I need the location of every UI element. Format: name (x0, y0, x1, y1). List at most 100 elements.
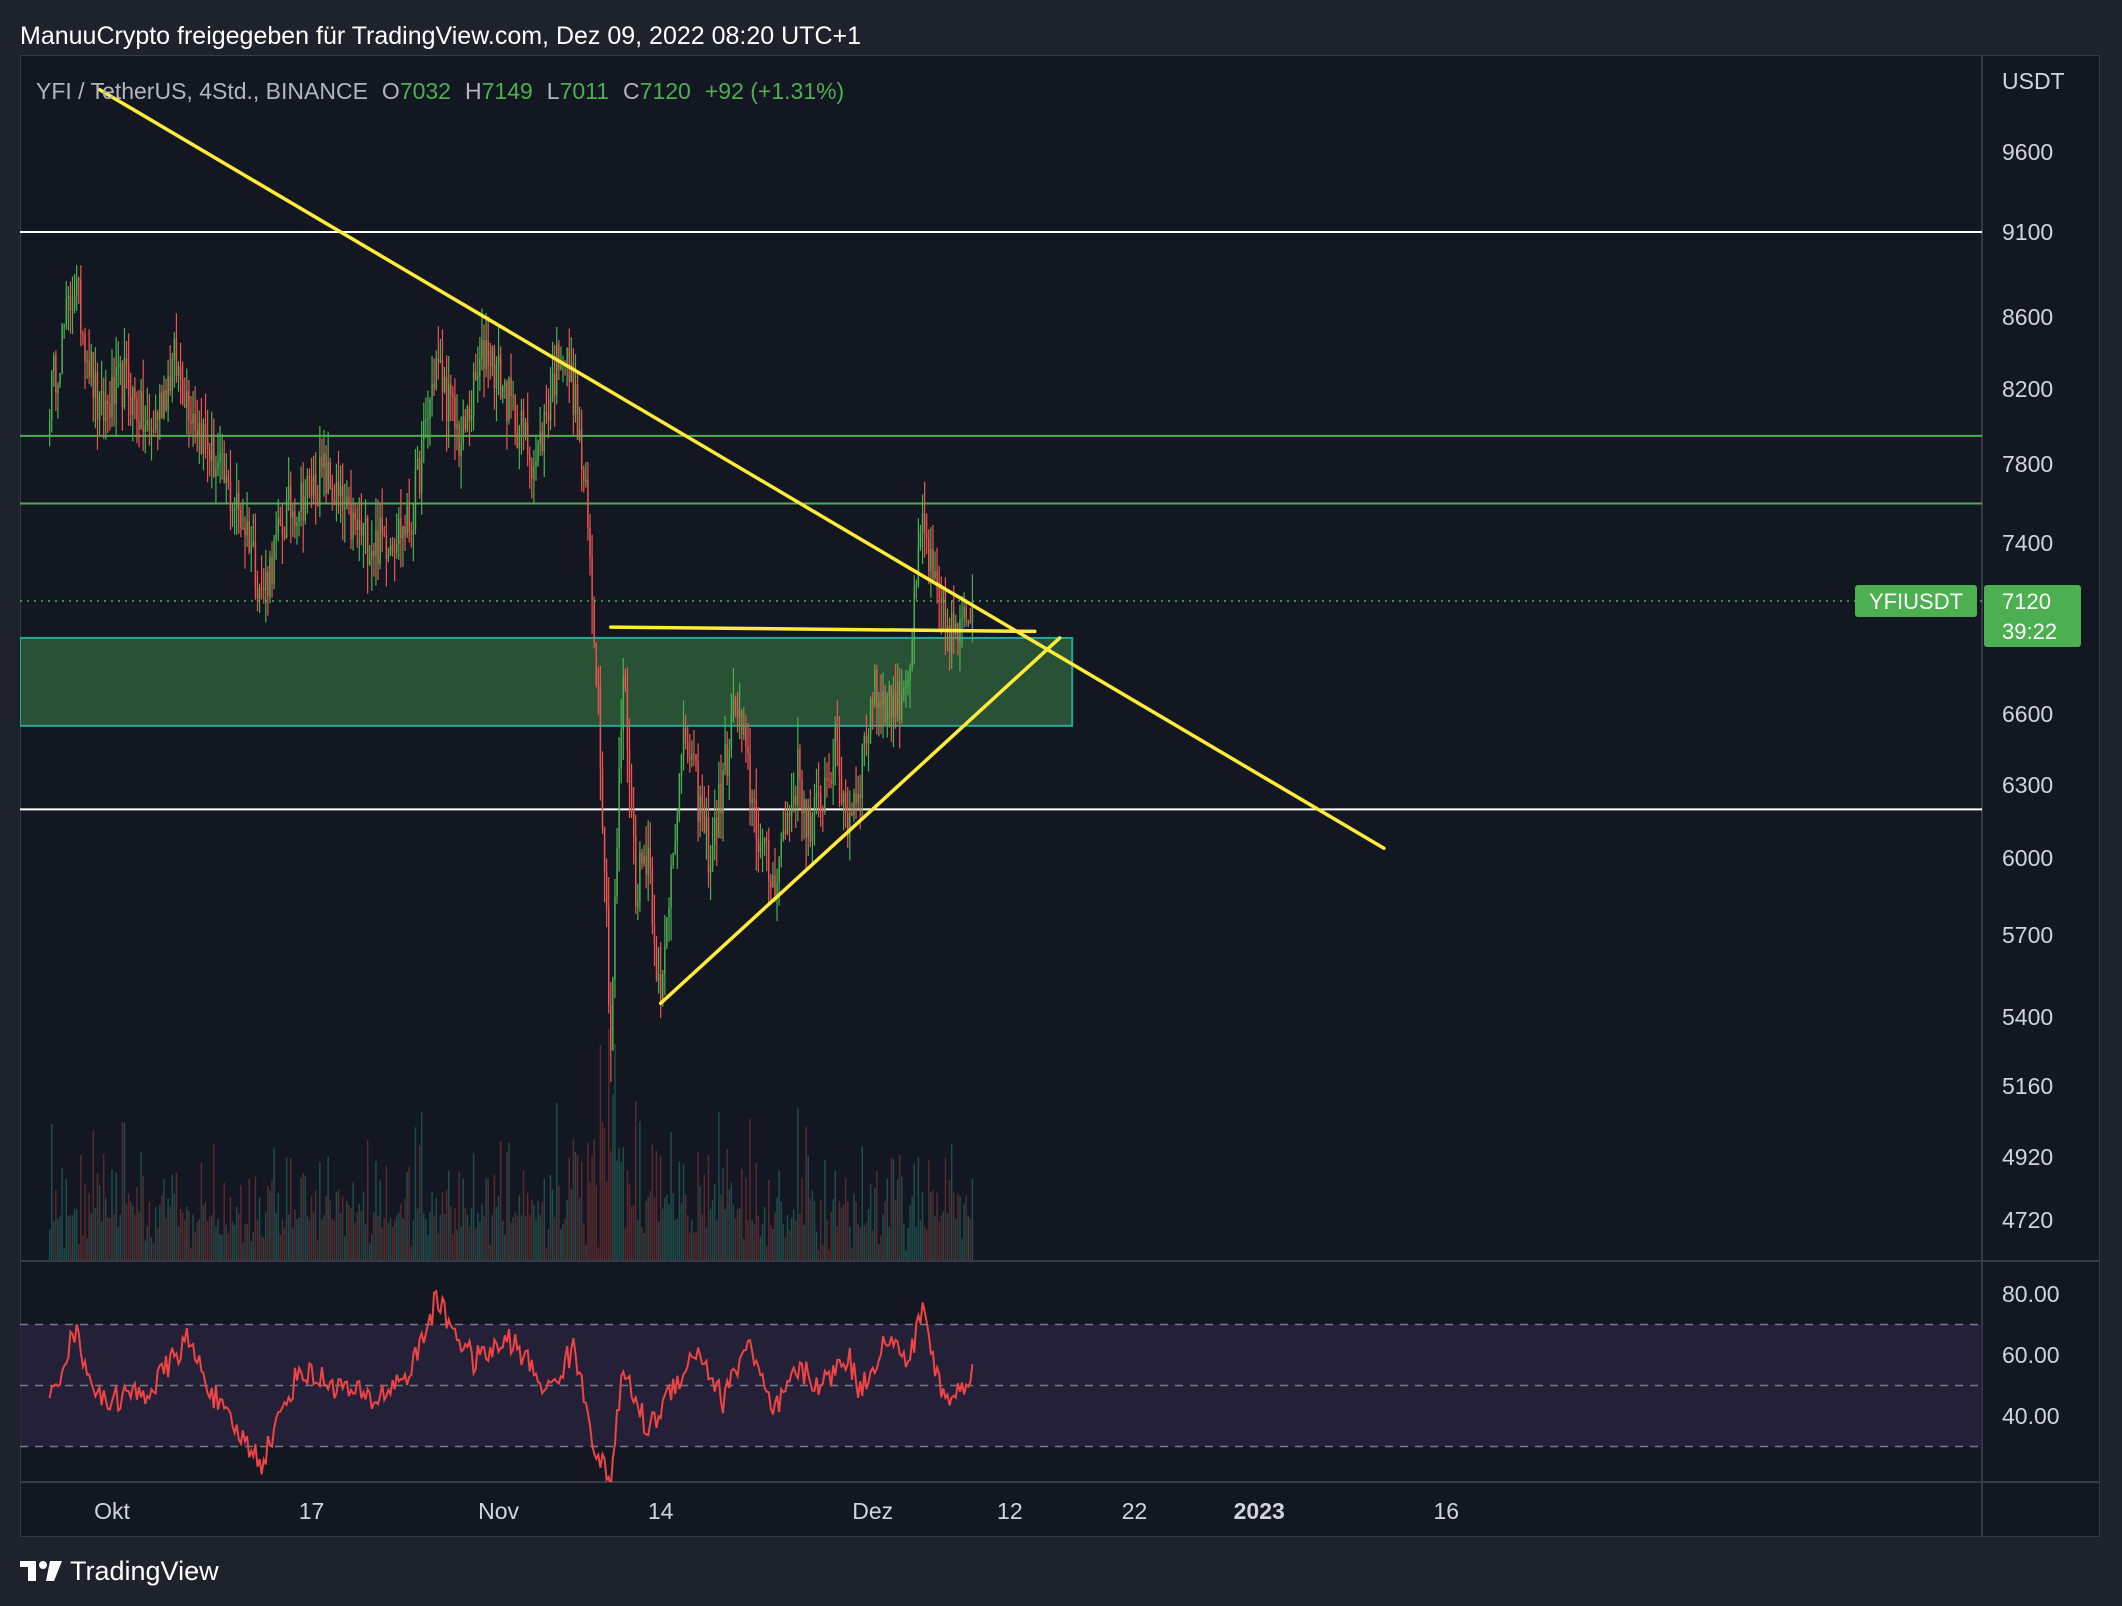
tradingview-brand[interactable]: TradingView (70, 1556, 219, 1587)
volume-bar (593, 1139, 595, 1260)
volume-bar (327, 1156, 329, 1260)
volume-bar (803, 1224, 805, 1260)
candle-body (882, 691, 884, 705)
volume-bar (198, 1219, 201, 1260)
candle-body (119, 363, 122, 366)
volume-bar (786, 1214, 789, 1260)
candle-body (824, 777, 826, 812)
volume-bar (200, 1162, 203, 1260)
volume-bar (117, 1226, 119, 1260)
candle-body (410, 532, 413, 535)
candle-body (418, 458, 421, 493)
candle-body (154, 411, 157, 430)
candle-body (450, 384, 452, 395)
tradingview-logo-icon[interactable] (20, 1559, 62, 1583)
candle-body (593, 599, 595, 643)
volume-bar (231, 1222, 234, 1260)
volume-bar (969, 1218, 972, 1260)
candle-body (940, 597, 942, 603)
candle-body (196, 429, 198, 436)
candle-body (674, 841, 676, 854)
candle-body (682, 727, 685, 756)
volume-bar (641, 1226, 643, 1260)
candle-body (597, 683, 600, 686)
volume-bar (928, 1160, 930, 1260)
candle-body (366, 518, 369, 565)
time-axis: Okt 17 Nov 14 Dez 12 22 2023 16 (94, 1498, 1459, 1524)
volume-bar (441, 1192, 444, 1260)
volume-bar (279, 1234, 282, 1260)
volume-bar (138, 1211, 140, 1260)
volume-bar (718, 1112, 720, 1260)
volume-bar (526, 1192, 529, 1260)
candle-body (90, 351, 92, 378)
candle-body (874, 669, 876, 705)
candle-body (659, 974, 662, 1003)
candle-body (547, 414, 550, 421)
volume-bar (290, 1157, 292, 1260)
candle-body (213, 434, 215, 477)
volume-bar (314, 1190, 317, 1260)
volume-bar (815, 1231, 818, 1260)
volume-bar (930, 1191, 932, 1260)
volume-bar (73, 1208, 76, 1260)
candle-body (254, 541, 257, 588)
candle-body (161, 392, 163, 419)
rsi-axis: 80.00 60.00 40.00 (2002, 1281, 2060, 1429)
candle-body (587, 479, 589, 528)
volume-bar (146, 1225, 149, 1260)
candle-body (778, 858, 780, 883)
candle-body (265, 571, 267, 591)
candle-body (499, 355, 502, 398)
candle-body (167, 376, 169, 410)
candle-body (541, 431, 543, 452)
volume-bar (765, 1246, 768, 1260)
candle-body (109, 403, 111, 418)
candle-body (383, 533, 385, 535)
volume-bar (190, 1247, 192, 1260)
candle-body (626, 687, 629, 751)
volume-bar (564, 1218, 566, 1260)
candle-body (871, 699, 874, 705)
volume-bar (71, 1215, 74, 1260)
volume-bar (840, 1207, 843, 1260)
candle-body (786, 812, 789, 835)
volume-bar (250, 1241, 252, 1260)
volume-bar (410, 1246, 413, 1260)
trading-chart[interactable]: YFI / TetherUS, 4Std., BINANCE O7032 H7149… (0, 0, 2122, 1606)
candle-body (934, 571, 936, 578)
bar-countdown: 39:22 (2002, 619, 2057, 644)
candle-body (813, 797, 816, 816)
candle-body (136, 398, 138, 422)
volume-bar (743, 1238, 745, 1260)
candle-body (811, 815, 814, 842)
volume-bar (701, 1214, 703, 1260)
candle-body (840, 774, 843, 804)
candle-body (905, 686, 907, 688)
candle-body (549, 397, 552, 421)
candle-body (537, 444, 539, 462)
candle-body (306, 476, 309, 497)
volume-bar (709, 1208, 712, 1260)
candle-body (127, 364, 130, 397)
candle-body (965, 606, 967, 623)
volume-bar (693, 1232, 695, 1260)
candle-body (308, 476, 311, 478)
volume-bar (890, 1157, 893, 1260)
candle-body (238, 493, 240, 511)
volume-bar (389, 1217, 392, 1260)
volume-bar (364, 1224, 367, 1260)
candle-body (385, 534, 388, 559)
candle-body (78, 278, 80, 280)
volume-bar (67, 1215, 70, 1260)
candle-body (159, 392, 161, 421)
volume-bar (884, 1201, 886, 1260)
candle-body (699, 795, 701, 822)
price-tick: 5700 (2002, 922, 2053, 948)
candle-body (880, 701, 882, 705)
candle-body (393, 551, 396, 553)
candle-body (404, 526, 406, 536)
candle-body (140, 390, 142, 430)
candle-body (319, 457, 321, 506)
volume-bar (539, 1215, 541, 1260)
